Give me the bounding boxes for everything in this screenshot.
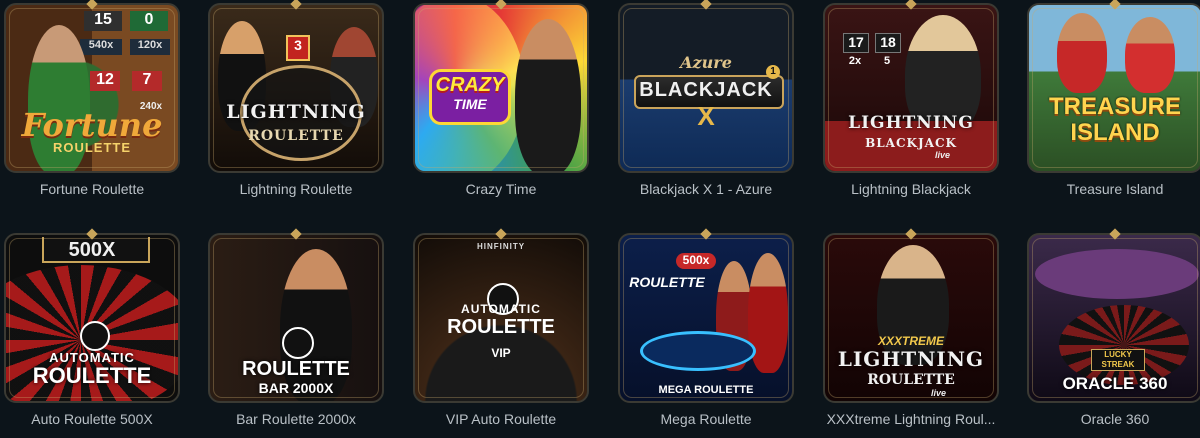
multiplier-badge: 500x <box>676 253 716 269</box>
host-figure <box>1125 17 1175 93</box>
game-logo: LIGHTNING <box>226 101 366 123</box>
table-top <box>1035 249 1199 299</box>
game-logo-sub: ROULETTE <box>52 140 132 155</box>
number-tile: 0 <box>130 11 168 31</box>
game-title[interactable]: Fortune Roulette <box>4 181 180 197</box>
game-thumbnail[interactable]: LUCKY STREAK ORACLE 360 <box>1027 233 1200 403</box>
game-logo: LIGHTNING <box>848 113 974 133</box>
dealer-figure <box>515 19 581 171</box>
game-thumbnail[interactable]: 500x ROULETTE MEGA ROULETTE <box>618 233 794 403</box>
game-card-lightning-roulette[interactable]: 3 LIGHTNING ROULETTE Lightning Roulette <box>208 0 384 208</box>
roulette-wheel-icon <box>1059 305 1189 385</box>
game-logo: BLACKJACK <box>639 79 773 101</box>
game-logo: AUTOMATIC <box>461 302 541 316</box>
game-logo-top: Azure <box>680 53 732 72</box>
game-logo-sub: ISLAND <box>1070 119 1160 146</box>
number-tile: 15 <box>84 11 122 31</box>
provider-logo: LUCKY STREAK <box>1091 349 1145 371</box>
game-logo-sub: BLACKJACK <box>865 136 957 150</box>
game-card-auto-roulette-500x[interactable]: 500X AUTOMATIC ROULETTE Auto Roulette 50… <box>4 228 180 438</box>
multiplier-tile: 2x <box>848 55 862 67</box>
game-logo-sub: MEGA ROULETTE <box>658 384 754 396</box>
game-logo-sub: ROULETTE <box>248 128 344 144</box>
game-thumbnail[interactable]: TREASURE ISLAND <box>1027 3 1200 173</box>
game-title[interactable]: Blackjack X 1 - Azure <box>618 181 794 197</box>
game-thumbnail[interactable]: 17 18 2x 5 LIGHTNING BLACKJACK live <box>823 3 999 173</box>
game-thumbnail[interactable]: CRAZY TIME <box>413 3 589 173</box>
game-logo: ROULETTE <box>242 358 350 380</box>
game-card-bar-roulette-2000x[interactable]: ROULETTE BAR 2000X Bar Roulette 2000x <box>208 228 384 438</box>
provider-logo: HINFINITY <box>476 242 526 251</box>
game-title[interactable]: Oracle 360 <box>1027 411 1200 427</box>
game-logo-top: XXXTREME <box>877 334 944 348</box>
game-thumbnail[interactable]: 3 LIGHTNING ROULETTE <box>208 3 384 173</box>
game-logo: LIGHTNING <box>837 347 985 371</box>
multiplier-tile: 120x <box>130 39 170 55</box>
game-title[interactable]: Lightning Roulette <box>208 181 384 197</box>
game-logo-sub: ROULETTE <box>447 316 555 338</box>
game-card-lightning-blackjack[interactable]: 17 18 2x 5 LIGHTNING BLACKJACK live Ligh… <box>823 0 999 208</box>
game-logo: CRAZY <box>435 74 505 96</box>
game-title[interactable]: Bar Roulette 2000x <box>208 411 384 427</box>
game-logo: TREASURE <box>1048 93 1181 120</box>
live-tag: live <box>931 388 947 398</box>
game-card-fortune-roulette[interactable]: 15 0 540x 120x 12 7 240x Fortune ROULETT… <box>4 0 180 208</box>
game-logo: Fortune <box>21 106 163 144</box>
game-thumbnail[interactable]: 15 0 540x 120x 12 7 240x Fortune ROULETT… <box>4 3 180 173</box>
game-logo: ROULETTE <box>629 274 705 290</box>
game-logo-sub: TIME <box>453 96 487 112</box>
number-tile: 7 <box>132 71 162 91</box>
number-tile: 12 <box>90 71 120 91</box>
game-logo-sub: X <box>697 101 715 131</box>
game-card-vip-auto-roulette[interactable]: HINFINITY AUTOMATIC ROULETTE VIP VIP Aut… <box>413 228 589 438</box>
game-card-treasure-island[interactable]: TREASURE ISLAND Treasure Island <box>1027 0 1200 208</box>
game-title[interactable]: XXXtreme Lightning Roul... <box>823 411 999 427</box>
game-thumbnail[interactable]: XXXTREME LIGHTNING ROULETTE live <box>823 233 999 403</box>
game-title[interactable]: Lightning Blackjack <box>823 181 999 197</box>
lucky-number-badge: 3 <box>286 35 310 61</box>
game-card-xxxtreme-lightning-roulette[interactable]: XXXTREME LIGHTNING ROULETTE live XXXtrem… <box>823 228 999 438</box>
game-thumbnail[interactable]: HINFINITY AUTOMATIC ROULETTE VIP <box>413 233 589 403</box>
vip-tag: VIP <box>491 346 511 360</box>
game-card-blackjack-x-azure[interactable]: Azure BLACKJACK X 1 Blackjack X 1 - Azur… <box>618 0 794 208</box>
game-logo-top: 500X <box>68 239 116 261</box>
game-thumbnail[interactable]: Azure BLACKJACK X 1 <box>618 3 794 173</box>
game-logo-sub: ROULETTE <box>867 372 955 388</box>
game-title[interactable]: Treasure Island <box>1027 181 1200 197</box>
automatic-emblem-icon <box>282 327 314 359</box>
game-title[interactable]: Crazy Time <box>413 181 589 197</box>
game-card-mega-roulette[interactable]: 500x ROULETTE MEGA ROULETTE Mega Roulett… <box>618 228 794 438</box>
game-logo-sub: ROULETTE <box>32 363 152 388</box>
game-logo-sub: BAR 2000X <box>258 380 334 396</box>
game-card-crazy-time[interactable]: CRAZY TIME Crazy Time <box>413 0 589 208</box>
card-value-tile: 18 <box>875 33 901 53</box>
game-grid: 15 0 540x 120x 12 7 240x Fortune ROULETT… <box>0 0 1200 437</box>
game-thumbnail[interactable]: ROULETTE BAR 2000X <box>208 233 384 403</box>
roulette-wheel-icon <box>640 331 756 371</box>
game-card-oracle-360[interactable]: LUCKY STREAK ORACLE 360 Oracle 360 <box>1027 228 1200 438</box>
game-title[interactable]: Auto Roulette 500X <box>4 411 180 427</box>
host-figure <box>1057 13 1107 93</box>
card-value-tile: 17 <box>843 33 869 53</box>
game-logo: ORACLE 360 <box>1062 374 1168 393</box>
multiplier-tile: 5 <box>883 55 891 67</box>
game-thumbnail[interactable]: 500X AUTOMATIC ROULETTE <box>4 233 180 403</box>
multiplier-tile: 540x <box>80 39 122 55</box>
live-tag: live <box>935 150 951 160</box>
automatic-emblem-icon <box>80 321 110 351</box>
game-title[interactable]: Mega Roulette <box>618 411 794 427</box>
game-title[interactable]: VIP Auto Roulette <box>413 411 589 427</box>
